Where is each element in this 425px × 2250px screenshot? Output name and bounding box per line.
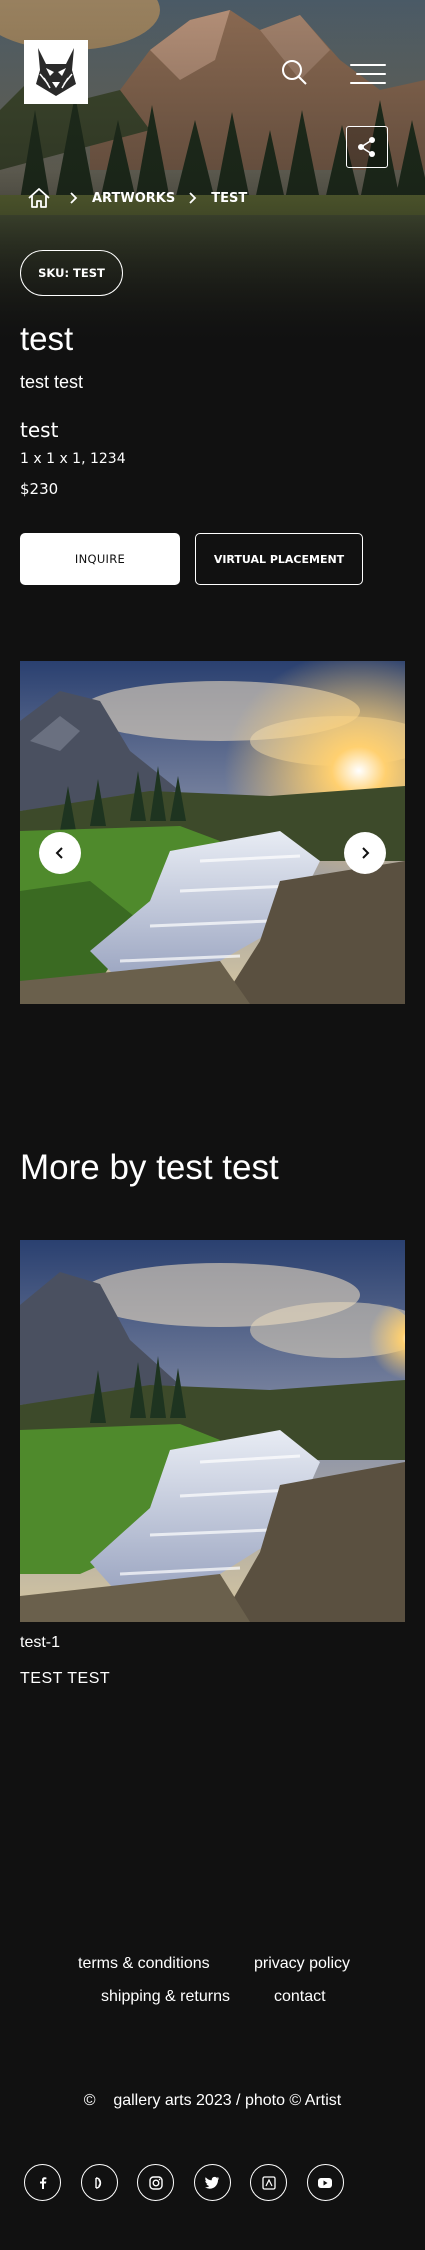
chevron-right-icon (362, 847, 370, 859)
inquire-button[interactable]: INQUIRE (20, 533, 180, 585)
home-icon[interactable] (26, 186, 52, 210)
artwork-dimensions: 1 x 1 x 1, 1234 (20, 451, 126, 467)
more-by-heading: More by test test (20, 1148, 279, 1187)
artwork-title: test (20, 320, 74, 357)
related-artwork-image[interactable] (20, 1240, 405, 1622)
hamburger-menu-icon[interactable] (350, 62, 386, 86)
footer-link-privacy[interactable]: privacy policy (254, 1955, 350, 1973)
site-logo[interactable] (24, 40, 88, 104)
virtual-placement-button[interactable]: VIRTUAL PLACEMENT (195, 533, 363, 585)
waterfall-artwork-image (20, 661, 405, 1004)
breadcrumb-artworks[interactable]: ARTWORKS (92, 191, 175, 206)
footer-link-terms[interactable]: terms & conditions (78, 1955, 210, 1973)
facebook-icon[interactable] (24, 2164, 61, 2201)
copyright-text: © gallery arts 2023 / photo © Artist (83, 2092, 342, 2109)
related-artwork-title[interactable]: test-1 (20, 1634, 60, 1652)
waterfall-thumbnail (20, 1240, 405, 1622)
youtube-icon[interactable] (306, 2164, 344, 2201)
sku-badge: SKU: TEST (20, 250, 123, 296)
artwork-price: $230 (20, 480, 59, 498)
related-artwork-artist: TEST TEST (20, 1670, 111, 1687)
lynx-logo-icon (36, 48, 76, 96)
chevron-right-icon (189, 192, 197, 204)
share-icon (358, 137, 375, 157)
carousel-next-button[interactable] (344, 832, 386, 874)
artist-name[interactable]: test test (20, 372, 83, 393)
chevron-right-icon (70, 192, 78, 204)
breadcrumb-current: TEST (211, 190, 248, 206)
breadcrumb: ARTWORKS TEST (26, 185, 247, 211)
deviantart-icon[interactable] (80, 2164, 118, 2201)
artwork-image-carousel[interactable] (20, 661, 405, 1004)
social-links (24, 2164, 344, 2201)
carousel-prev-button[interactable] (39, 832, 81, 874)
share-button[interactable] (346, 126, 388, 168)
chevron-left-icon (55, 847, 63, 859)
artstation-icon[interactable] (250, 2164, 287, 2201)
search-icon (282, 60, 307, 85)
instagram-icon[interactable] (137, 2164, 174, 2201)
artwork-name: test (20, 418, 59, 442)
footer-link-shipping[interactable]: shipping & returns (101, 1988, 230, 2006)
footer-link-contact[interactable]: contact (274, 1988, 326, 2006)
twitter-icon[interactable] (193, 2164, 231, 2201)
search-button[interactable] (280, 58, 310, 88)
